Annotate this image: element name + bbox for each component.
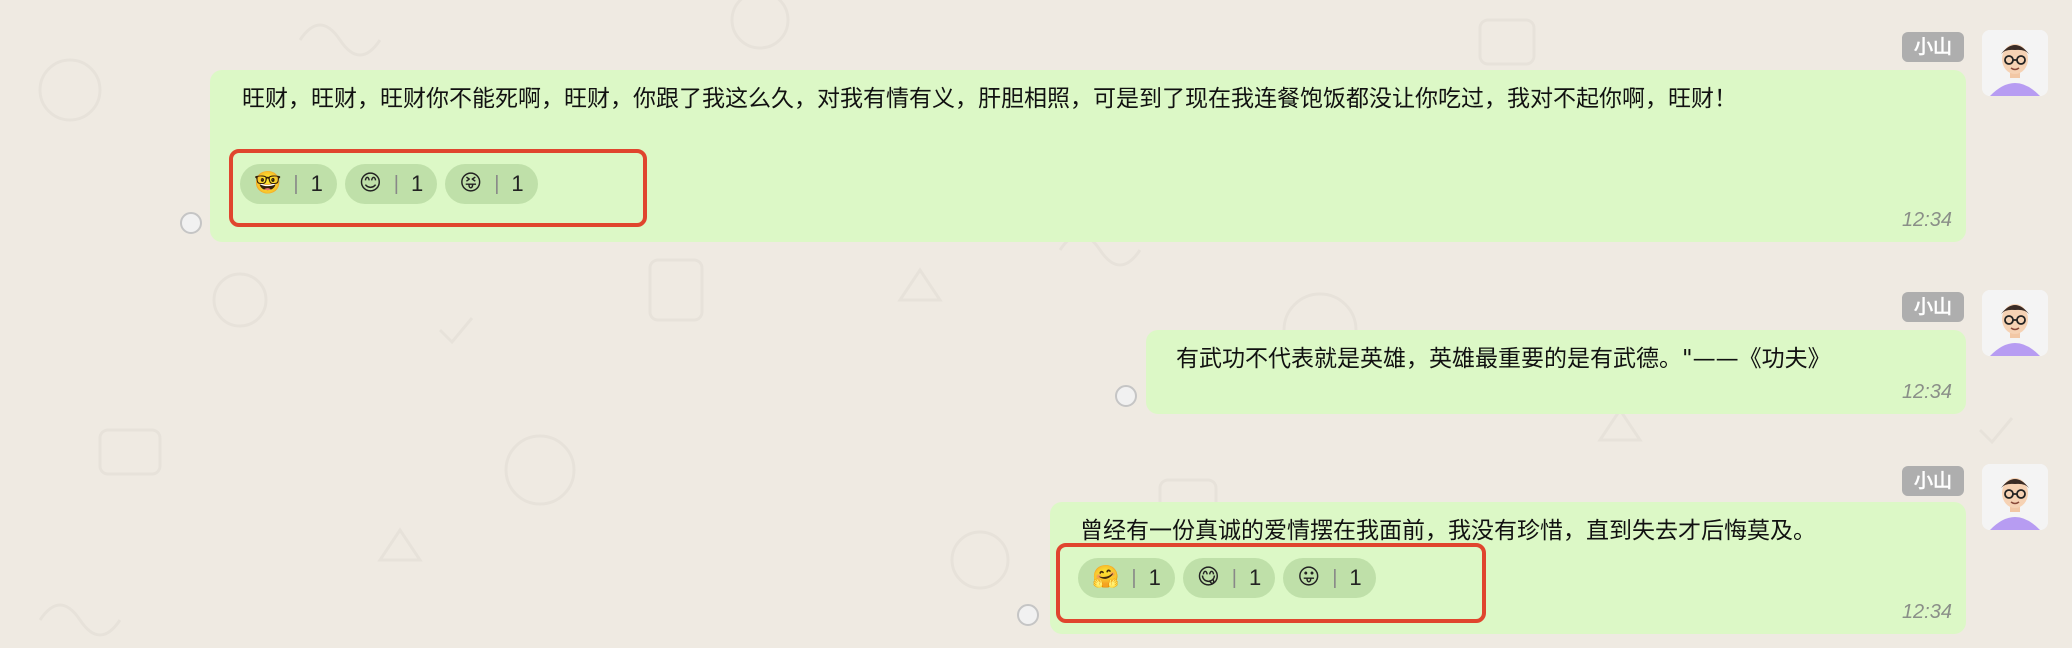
sender-name-tag: 小山 xyxy=(1901,292,1964,322)
avatar[interactable] xyxy=(1982,464,2048,530)
message-text: 旺财，旺财，旺财你不能死啊，旺财，你跟了我这么久，对我有情有义，肝胆相照，可是到… xyxy=(242,86,1737,112)
avatar[interactable] xyxy=(1982,290,2048,356)
sender-name-tag: 小山 xyxy=(1901,466,1964,496)
avatar[interactable] xyxy=(1982,30,2048,96)
message-timestamp: 12:34 xyxy=(1901,381,1952,403)
message-timestamp: 12:34 xyxy=(1901,209,1952,231)
avatar-icon xyxy=(1982,290,2048,356)
avatar-icon xyxy=(1982,464,2048,530)
reaction-highlight-box xyxy=(229,149,647,227)
select-message-checkbox[interactable] xyxy=(180,212,202,234)
select-message-checkbox[interactable] xyxy=(1115,385,1137,407)
message-text: 有武功不代表就是英雄，英雄最重要的是有武德。"——《功夫》 xyxy=(1176,346,1831,372)
reaction-highlight-box xyxy=(1056,543,1486,623)
avatar-icon xyxy=(1982,30,2048,96)
message-bubble[interactable]: 有武功不代表就是英雄，英雄最重要的是有武德。"——《功夫》 12:34 xyxy=(1146,330,1966,414)
select-message-checkbox[interactable] xyxy=(1017,604,1039,626)
sender-name-tag: 小山 xyxy=(1901,32,1964,62)
message-timestamp: 12:34 xyxy=(1901,601,1952,623)
